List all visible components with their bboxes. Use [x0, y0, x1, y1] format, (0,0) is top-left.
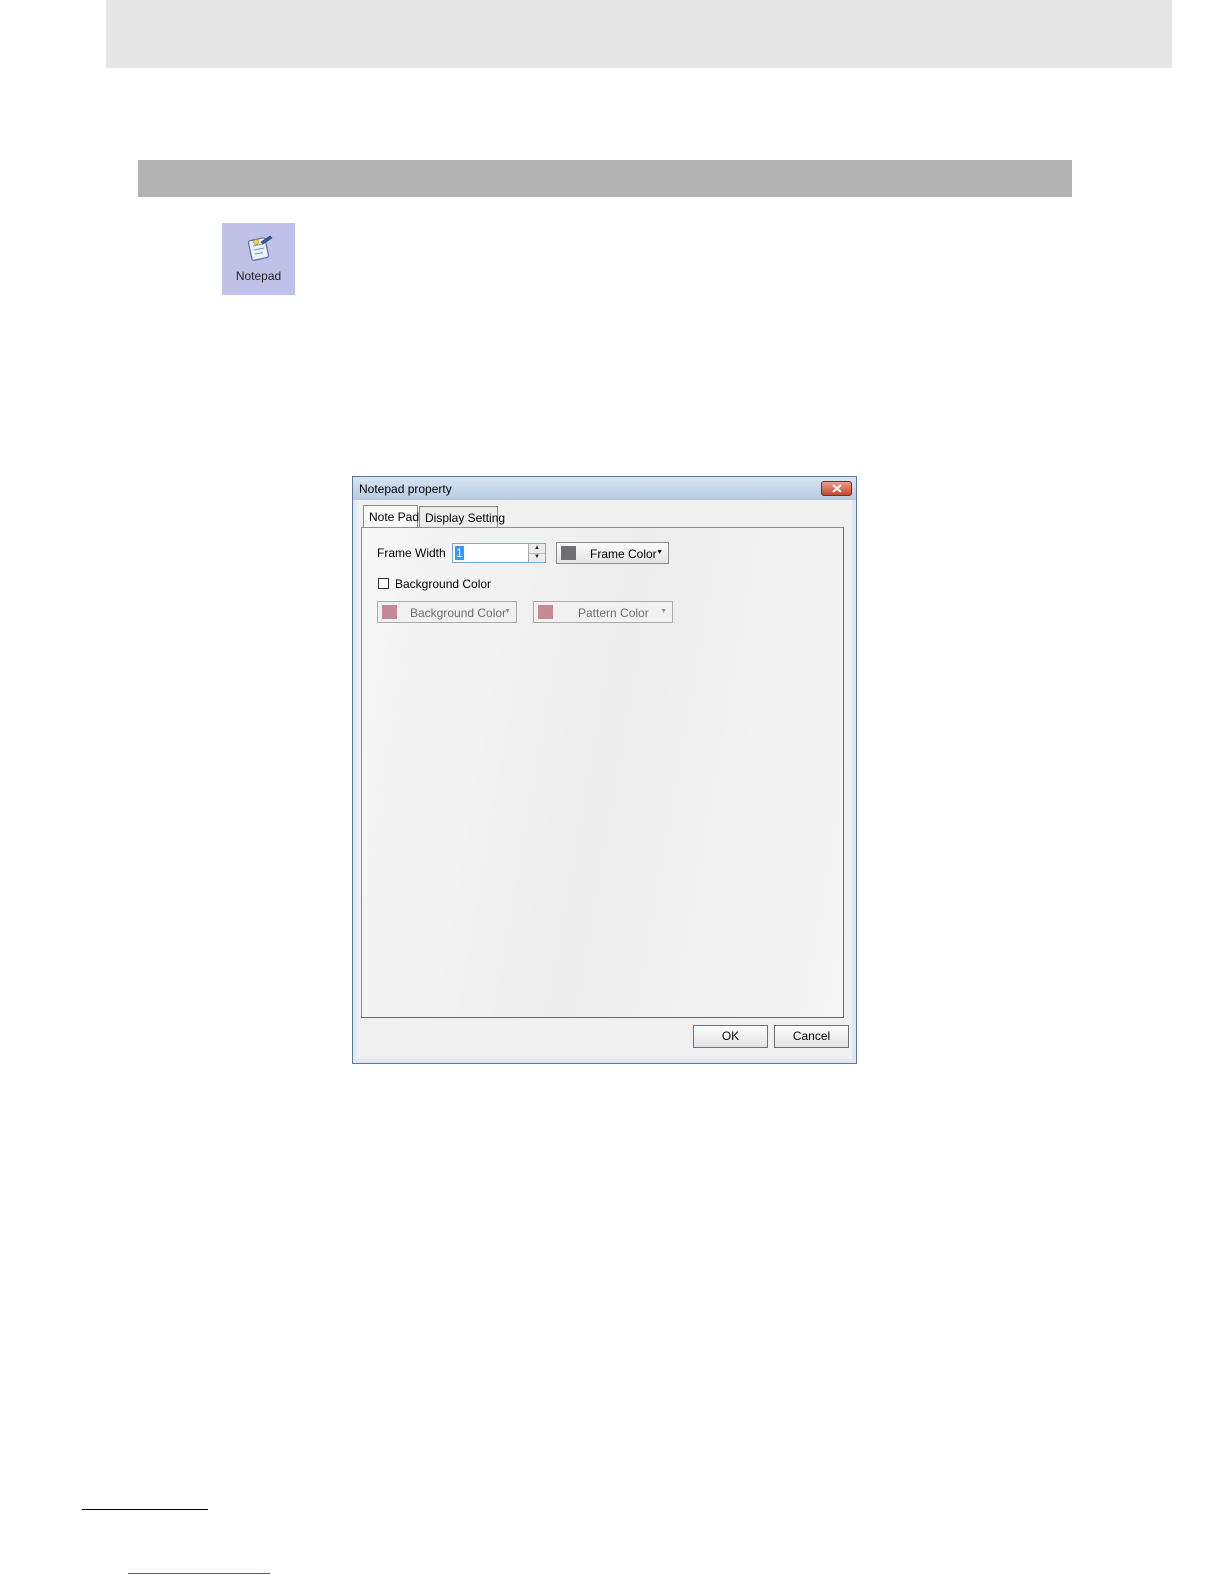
frame-color-label: Frame Color	[590, 547, 657, 561]
pattern-color-button[interactable]: Pattern Color ▼	[533, 601, 673, 623]
cancel-button[interactable]: Cancel	[774, 1025, 849, 1048]
frame-width-spinner[interactable]: 1 ▲ ▼	[452, 543, 546, 563]
background-color-button[interactable]: Background Color ▼	[377, 601, 517, 623]
dialog-client-area: Note Pad Display Setting Frame Width 1 ▲…	[357, 500, 852, 1059]
page-header-band	[106, 0, 1172, 68]
background-color-button-label: Background Color	[410, 606, 507, 620]
dialog-title: Notepad property	[359, 482, 452, 496]
chevron-down-icon: ▼	[660, 608, 667, 615]
close-icon	[832, 484, 842, 493]
frame-width-value[interactable]: 1	[455, 546, 464, 560]
footnote-rule	[82, 1509, 208, 1510]
frame-color-swatch	[561, 546, 576, 560]
tab-display-setting[interactable]: Display Setting	[419, 506, 505, 527]
notepad-tool-label: Notepad	[235, 269, 282, 283]
notepad-tool-button[interactable]: Notepad	[222, 223, 295, 295]
frame-width-label: Frame Width	[377, 546, 446, 560]
frame-width-spin-buttons: ▲ ▼	[528, 544, 545, 562]
tab-display-setting-label: Display Setting	[425, 511, 506, 525]
tab-note-pad-label: Note Pad	[369, 510, 420, 524]
background-color-checkbox-label: Background Color	[395, 577, 492, 591]
ok-button[interactable]: OK	[693, 1025, 768, 1048]
notepad-icon	[247, 235, 273, 261]
frame-color-button[interactable]: Frame Color ▼	[556, 542, 669, 564]
chevron-down-icon: ▼	[656, 549, 663, 556]
spin-down-button[interactable]: ▼	[529, 553, 545, 562]
notepad-property-dialog: Notepad property Note Pad Display Settin…	[352, 476, 857, 1064]
note-pad-tab-panel: Frame Width 1 ▲ ▼ Frame Color ▼ Backgrou…	[361, 527, 844, 1018]
chevron-down-icon: ▼	[504, 608, 511, 615]
dialog-titlebar[interactable]: Notepad property	[353, 477, 856, 500]
tab-note-pad[interactable]: Note Pad	[363, 505, 420, 527]
close-button[interactable]	[821, 481, 852, 496]
pattern-color-button-label: Pattern Color	[578, 606, 649, 620]
footer-link-underline[interactable]	[128, 1573, 270, 1574]
pattern-color-swatch	[538, 605, 553, 619]
background-color-checkbox[interactable]	[378, 578, 389, 589]
section-heading-bar	[138, 160, 1072, 197]
background-color-swatch	[382, 605, 397, 619]
